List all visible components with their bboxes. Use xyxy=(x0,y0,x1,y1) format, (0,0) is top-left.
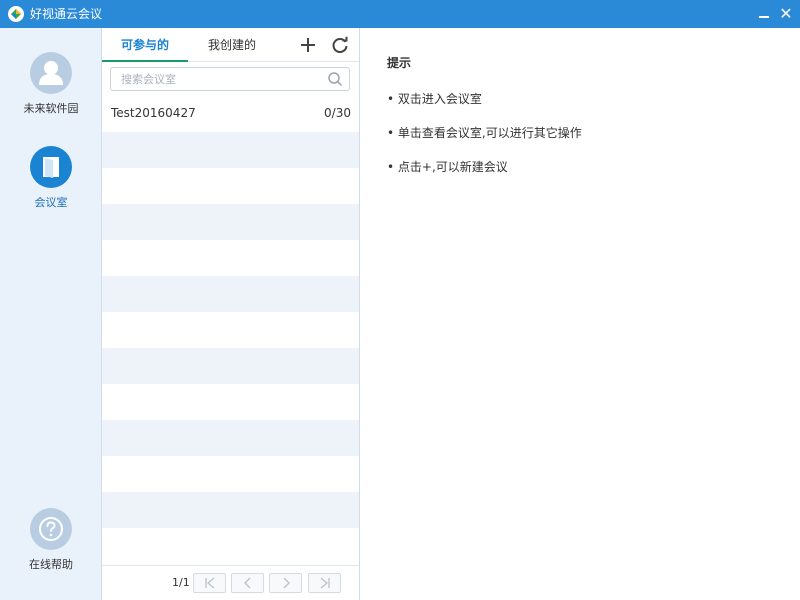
empty-row xyxy=(102,348,359,384)
chevron-left-icon xyxy=(244,577,251,589)
minimize-icon xyxy=(759,16,769,18)
empty-row xyxy=(102,204,359,240)
tab-joinable[interactable]: 可参与的 xyxy=(102,28,188,62)
empty-row xyxy=(102,312,359,348)
close-button[interactable]: ✕ xyxy=(776,4,796,24)
pagination: 1/1 xyxy=(102,565,359,600)
title-bar: 好视通云会议 ✕ xyxy=(0,0,800,28)
empty-row xyxy=(102,420,359,456)
list-item[interactable]: Test20160427 0/30 xyxy=(102,96,359,132)
search-icon[interactable] xyxy=(327,71,343,87)
first-page-icon xyxy=(205,577,215,589)
tab-created-by-me[interactable]: 我创建的 xyxy=(198,28,266,62)
app-logo-icon xyxy=(8,6,24,22)
sidebar-item-label: 在线帮助 xyxy=(29,558,73,571)
sidebar-item-label: 未来软件园 xyxy=(23,102,79,115)
room-participant-count: 0/30 xyxy=(324,106,351,120)
sidebar-item-help[interactable]: 在线帮助 xyxy=(0,508,102,572)
sidebar-item-account[interactable]: 未来软件园 xyxy=(0,52,102,116)
tip-item: • 双击进入会议室 xyxy=(387,92,482,106)
sidebar-item-meeting-room[interactable]: 会议室 xyxy=(0,146,102,210)
minimize-button[interactable] xyxy=(754,4,774,24)
user-avatar-icon xyxy=(30,52,72,94)
room-name: Test20160427 xyxy=(111,106,196,120)
page-info: 1/1 xyxy=(172,576,190,589)
last-page-button[interactable] xyxy=(308,573,341,593)
empty-row xyxy=(102,528,359,564)
sidebar-item-label: 会议室 xyxy=(34,196,68,209)
meeting-room-door-icon xyxy=(30,146,72,188)
room-list: Test20160427 0/30 xyxy=(102,96,359,564)
previous-page-button[interactable] xyxy=(231,573,264,593)
empty-row xyxy=(102,384,359,420)
empty-row xyxy=(102,456,359,492)
search-input[interactable] xyxy=(111,68,321,90)
search-box xyxy=(110,67,350,91)
tips-heading: 提示 xyxy=(387,56,412,70)
empty-row xyxy=(102,132,359,168)
tip-item: • 单击查看会议室,可以进行其它操作 xyxy=(387,126,582,140)
tips-panel: 提示 • 双击进入会议室 • 单击查看会议室,可以进行其它操作 • 点击+,可以… xyxy=(360,28,800,600)
first-page-button[interactable] xyxy=(193,573,226,593)
tip-item: • 点击+,可以新建会议 xyxy=(387,160,508,174)
empty-row xyxy=(102,240,359,276)
left-sidebar: 未来软件园 会议室 在线帮助 xyxy=(0,28,102,600)
refresh-icon[interactable] xyxy=(330,35,350,55)
empty-row xyxy=(102,276,359,312)
empty-row xyxy=(102,168,359,204)
chevron-right-icon xyxy=(283,577,290,589)
next-page-button[interactable] xyxy=(269,573,302,593)
help-question-icon xyxy=(30,508,72,550)
tab-bar: 可参与的 我创建的 xyxy=(102,28,359,62)
meeting-room-list-panel: 可参与的 我创建的 Test20160427 0/30 xyxy=(102,28,360,600)
add-icon[interactable] xyxy=(298,35,318,55)
window-title: 好视通云会议 xyxy=(30,7,103,21)
empty-row xyxy=(102,492,359,528)
last-page-icon xyxy=(320,577,330,589)
